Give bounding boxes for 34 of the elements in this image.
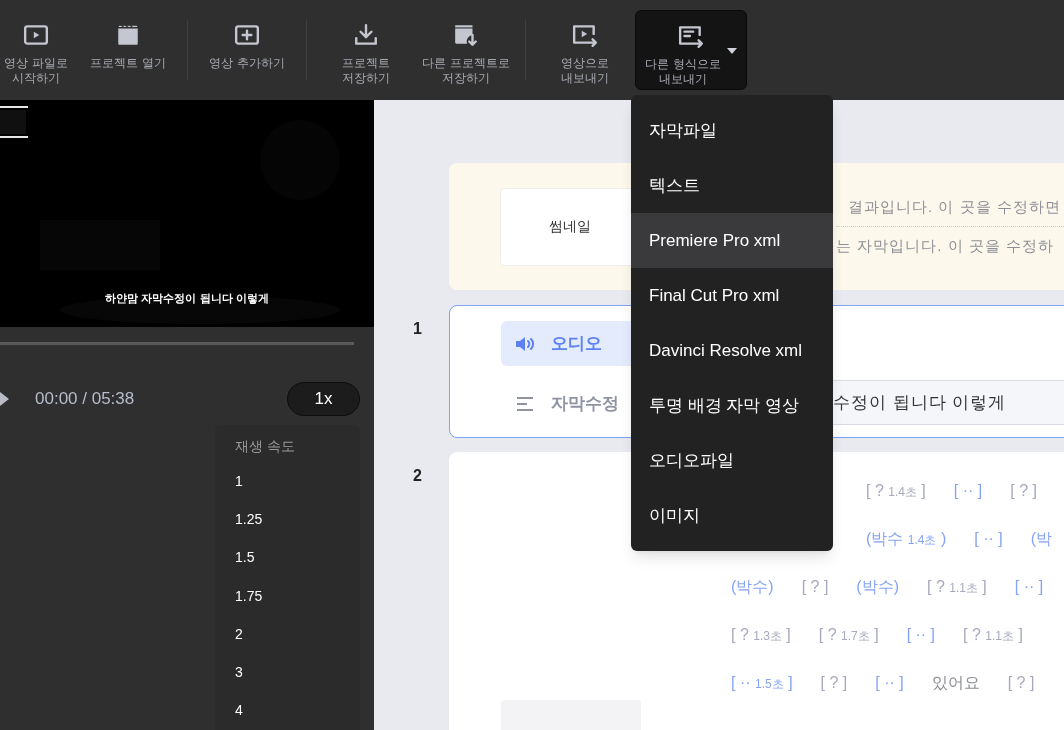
- toolbar-button[interactable]: 영상으로 내보내기: [535, 10, 635, 90]
- menu-item[interactable]: 4: [235, 691, 360, 730]
- play-screen-icon: [23, 22, 49, 48]
- menu-item[interactable]: 2: [235, 615, 360, 654]
- menu-item[interactable]: Final Cut Pro xml: [631, 268, 833, 323]
- menu-title: 재생 속도: [235, 437, 296, 457]
- play-icon[interactable]: [0, 392, 9, 406]
- clapperboard-arrow-icon: [453, 22, 479, 48]
- plus-square-icon: [234, 22, 260, 48]
- download-icon: [353, 22, 379, 48]
- menu-item[interactable]: 1: [235, 462, 360, 501]
- menu-item[interactable]: 1.5: [235, 538, 360, 578]
- speed-button[interactable]: 1x: [287, 382, 360, 416]
- screen-play-arrow-icon: [572, 22, 598, 48]
- toolbar-button[interactable]: 프로젝트 저장하기: [316, 10, 416, 90]
- clapperboard-icon: [115, 22, 141, 48]
- menu-item[interactable]: 1.25: [235, 500, 360, 539]
- menu-item[interactable]: 자막파일: [631, 103, 833, 158]
- menu-item[interactable]: Premiere Pro xml: [631, 213, 833, 268]
- time-display: 00:00 / 05:38: [35, 388, 135, 411]
- toolbar-button[interactable]: 다른 형식으로 내보내기: [635, 10, 747, 90]
- screen-lines-arrow-icon: [678, 23, 704, 49]
- segment-number: 1: [412, 319, 423, 339]
- toolbar-button[interactable]: 영상 추가하기: [197, 10, 297, 90]
- menu-item[interactable]: 이미지: [631, 488, 833, 543]
- menu-item[interactable]: 3: [235, 653, 360, 692]
- transcript-token[interactable]: 있어요: [931, 671, 980, 695]
- caption-text: 결과입니다. 이 곳을 수정하면: [847, 197, 1062, 217]
- caption-text: 는 자막입니다. 이 곳을 수정하: [836, 236, 1055, 256]
- subtitle-text: 하얀맘 자막수정이 됩니다 이렇게: [104, 291, 270, 306]
- segment-number: 2: [412, 466, 423, 486]
- toolbar-button[interactable]: 다른 프로젝트로 저장하기: [416, 10, 516, 90]
- progress-track[interactable]: [0, 342, 354, 345]
- menu-item[interactable]: 1.75: [235, 577, 360, 616]
